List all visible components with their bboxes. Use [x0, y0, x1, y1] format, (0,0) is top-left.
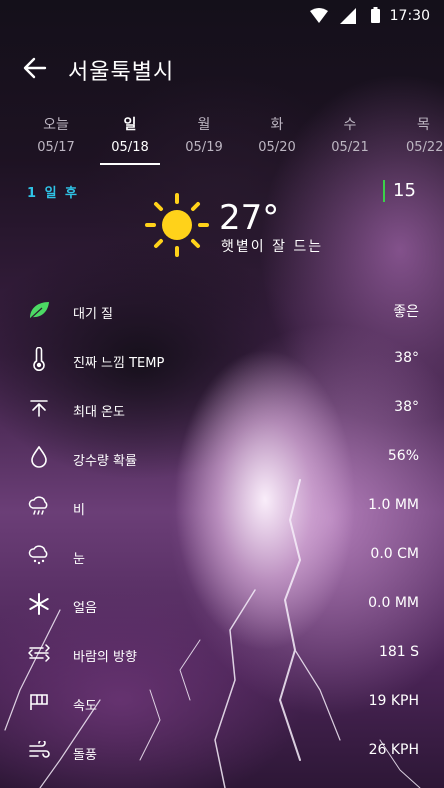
detail-value: 56%: [387, 448, 419, 464]
detail-row-air-quality: 대기 질 좋은: [0, 287, 444, 336]
day-name: 수: [343, 117, 357, 133]
detail-label: 최대 온도: [73, 405, 125, 420]
thermometer-icon: [28, 347, 50, 371]
sun-icon: [145, 193, 209, 257]
arrow-left-icon: [23, 57, 47, 79]
detail-value: 19 KPH: [368, 693, 419, 709]
detail-row-ice: 얼음 0.0 MM: [0, 581, 444, 630]
tab-day-2[interactable]: 월 05/19: [167, 114, 241, 155]
detail-label: 대기 질: [73, 307, 114, 322]
detail-label: 돌풍: [73, 748, 97, 763]
detail-value: 181 S: [378, 644, 419, 660]
detail-row-precip-chance: 강수량 확률 56%: [0, 434, 444, 483]
detail-row-snow: 눈 0.0 CM: [0, 532, 444, 581]
detail-label: 얼음: [73, 601, 97, 616]
detail-row-gust: 돌풍 26 KPH: [0, 728, 444, 777]
day-date: 05/21: [331, 140, 369, 155]
detail-row-wind-speed: 속도 19 KPH: [0, 679, 444, 728]
detail-row-max-temp: 최대 온도 38°: [0, 385, 444, 434]
tab-day-5[interactable]: 목 05/22: [386, 114, 444, 155]
page-title: 서울툭별시: [68, 60, 175, 85]
detail-row-rain: 비 1.0 MM: [0, 483, 444, 532]
wind-direction-icon: [28, 642, 50, 664]
detail-label: 비: [73, 503, 85, 518]
day-name: 화: [270, 117, 284, 133]
rain-cloud-icon: [28, 495, 50, 517]
wind-speed-icon: [28, 691, 50, 713]
day-date: 05/20: [258, 140, 296, 155]
day-date: 05/17: [37, 140, 75, 155]
temperature: 27°: [219, 198, 280, 238]
status-bar: 17:30: [0, 0, 444, 32]
detail-label: 속도: [73, 699, 97, 714]
snowflake-icon: [28, 593, 50, 615]
tab-day-0[interactable]: 오늘 05/17: [19, 114, 93, 155]
back-button[interactable]: [20, 54, 50, 82]
day-date: 05/19: [185, 140, 223, 155]
gust-icon: [28, 740, 50, 762]
detail-value: 26 KPH: [368, 742, 419, 758]
day-name: 목: [417, 117, 430, 133]
detail-row-feels-like: 진짜 느낌 TEMP 38°: [0, 336, 444, 385]
detail-value: 1.0 MM: [368, 497, 419, 513]
signal-icon: [340, 8, 356, 24]
detail-value: 38°: [394, 350, 419, 366]
day-name: 오늘: [43, 117, 69, 133]
hour-indicator[interactable]: 15: [383, 180, 416, 202]
app-bar: 서울툭별시: [0, 46, 444, 90]
day-date: 05/18: [111, 140, 149, 155]
details-list: 대기 질 좋은 진짜 느낌 TEMP 38° 최대 온도 38° 강수량 확률 …: [0, 287, 444, 777]
day-name: 월: [197, 117, 211, 133]
weather-condition: 햇볕이 잘 드는: [221, 239, 324, 255]
day-tabs: 오늘 05/17 일 05/18 월 05/19 화 05/20 수 05/21…: [0, 114, 444, 170]
battery-icon: [371, 7, 380, 23]
detail-label: 눈: [73, 552, 85, 567]
leaf-icon: [28, 299, 50, 321]
tab-day-4[interactable]: 수 05/21: [313, 114, 387, 155]
day-date: 05/22: [406, 140, 444, 155]
detail-label: 바람의 방향: [73, 650, 137, 665]
tab-day-1[interactable]: 일 05/18: [93, 114, 167, 165]
droplet-icon: [28, 446, 50, 468]
detail-value: 좋은: [393, 304, 419, 320]
detail-value: 0.0 CM: [370, 546, 419, 562]
detail-value: 38°: [394, 399, 419, 415]
snow-cloud-icon: [28, 544, 50, 566]
detail-label: 진짜 느낌 TEMP: [73, 356, 165, 371]
detail-label: 강수량 확률: [73, 454, 137, 469]
weather-detail-screen: 17:30 서울툭별시 오늘 05/17 일 05/18 월 05/19 화 0…: [0, 0, 444, 788]
detail-row-wind-direction: 바람의 방향 181 S: [0, 630, 444, 679]
wifi-icon: [310, 8, 328, 23]
day-name: 일: [123, 117, 137, 133]
max-temp-arrow-icon: [28, 397, 50, 419]
status-time: 17:30: [389, 8, 430, 24]
tab-day-3[interactable]: 화 05/20: [240, 114, 314, 155]
days-after-label: 1 일 후: [27, 186, 80, 201]
detail-value: 0.0 MM: [368, 595, 419, 611]
